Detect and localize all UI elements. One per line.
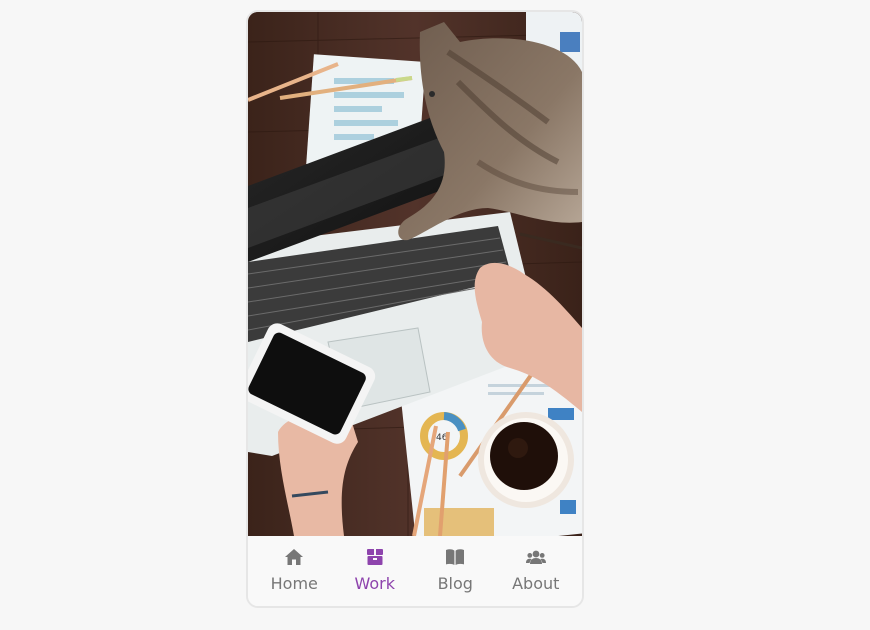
nav-item-work[interactable]: Work bbox=[337, 536, 413, 593]
bottom-navigation: Home Work Blog About bbox=[248, 536, 582, 606]
book-icon bbox=[446, 549, 465, 565]
nav-label-blog: Blog bbox=[437, 574, 473, 593]
mobile-frame: 46 Home Work Blog About bbox=[246, 10, 584, 608]
nav-label-work: Work bbox=[354, 574, 395, 593]
nav-label-home: Home bbox=[270, 574, 318, 593]
nav-item-home[interactable]: Home bbox=[256, 536, 332, 593]
nav-item-about[interactable]: About bbox=[498, 536, 574, 593]
nav-label-about: About bbox=[512, 574, 560, 593]
nav-item-blog[interactable]: Blog bbox=[417, 536, 493, 593]
desk-photo-icon: 46 bbox=[248, 12, 582, 536]
hero-image: 46 bbox=[248, 12, 582, 536]
box-icon bbox=[366, 549, 383, 565]
home-icon bbox=[285, 549, 304, 565]
users-icon bbox=[525, 550, 546, 564]
